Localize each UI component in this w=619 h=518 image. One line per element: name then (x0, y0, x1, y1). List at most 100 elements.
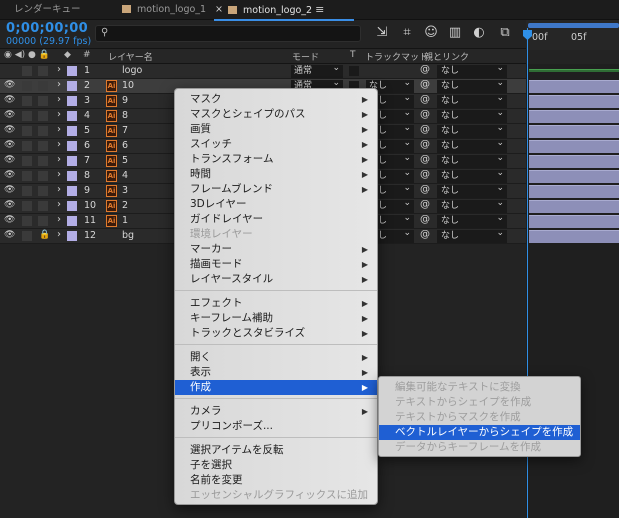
menu-item[interactable]: スイッチ ▶ (175, 137, 377, 152)
layer-row[interactable]: ›1logo通常@なし (0, 62, 526, 79)
layer-name[interactable]: 5 (122, 155, 128, 166)
solo-switch[interactable] (22, 231, 32, 241)
panel-menu-icon[interactable]: ≡ (315, 3, 324, 16)
visibility-eye-icon[interactable]: 👁 (4, 110, 15, 120)
draft-3d-icon[interactable]: ⌗ (398, 24, 416, 42)
close-icon[interactable]: × (215, 0, 223, 19)
layer-duration-bar[interactable] (529, 185, 619, 198)
current-timecode[interactable]: 0;00;00;00 (6, 21, 88, 36)
layer-label-color[interactable] (67, 81, 77, 91)
solo-switch[interactable] (22, 111, 32, 121)
layer-duration-bar[interactable] (529, 230, 619, 243)
menu-item[interactable]: 開く ▶ (175, 350, 377, 365)
layer-name[interactable]: 10 (122, 80, 134, 91)
menu-item[interactable]: 子を選択 (175, 458, 377, 473)
label-icon[interactable]: ◆ (64, 50, 71, 60)
menu-item[interactable]: 画質 ▶ (175, 122, 377, 137)
layer-name[interactable]: 4 (122, 170, 128, 181)
menu-item[interactable]: マスクとシェイプのパス ▶ (175, 107, 377, 122)
menu-item[interactable]: ガイドレイヤー (175, 212, 377, 227)
lock-switch[interactable] (38, 126, 48, 136)
chevron-right-icon[interactable]: › (57, 124, 61, 135)
chevron-right-icon[interactable]: › (57, 214, 61, 225)
visibility-eye-icon[interactable]: 👁 (4, 230, 15, 240)
lock-switch[interactable] (38, 66, 48, 76)
pick-whip-icon[interactable]: @ (420, 94, 430, 105)
tab-motion-logo-2[interactable]: × motion_logo_2 ≡ (213, 0, 355, 21)
column-parent[interactable]: 親とリンク (424, 50, 469, 63)
layer-name[interactable]: 8 (122, 110, 128, 121)
layer-label-color[interactable] (67, 231, 77, 241)
layer-name[interactable]: 6 (122, 140, 128, 151)
visibility-eye-icon[interactable]: 👁 (4, 215, 15, 225)
solo-switch[interactable] (22, 216, 32, 226)
lock-switch[interactable] (38, 141, 48, 151)
solo-switch[interactable] (22, 201, 32, 211)
motion-blur-icon[interactable]: ◐ (470, 24, 488, 42)
chevron-right-icon[interactable]: › (57, 64, 61, 75)
lock-switch[interactable] (38, 171, 48, 181)
column-layer-name[interactable]: レイヤー名 (108, 50, 153, 63)
tab-motion-logo-1[interactable]: motion_logo_1 (122, 0, 206, 20)
layer-label-color[interactable] (67, 111, 77, 121)
lock-switch[interactable] (38, 186, 48, 196)
pick-whip-icon[interactable]: @ (420, 139, 430, 150)
layer-duration-bar[interactable] (529, 155, 619, 168)
chevron-right-icon[interactable]: › (57, 94, 61, 105)
menu-item[interactable]: トランスフォーム ▶ (175, 152, 377, 167)
pick-whip-icon[interactable]: @ (420, 169, 430, 180)
menu-item[interactable]: 描画モード ▶ (175, 257, 377, 272)
solo-switch[interactable] (22, 141, 32, 151)
layer-label-color[interactable] (67, 186, 77, 196)
menu-item[interactable]: プリコンポーズ... (175, 419, 377, 434)
column-t[interactable]: T (350, 50, 356, 60)
layer-label-color[interactable] (67, 96, 77, 106)
layer-name[interactable]: 9 (122, 95, 128, 106)
layer-duration-bar[interactable] (529, 80, 619, 93)
menu-item[interactable]: 時間 ▶ (175, 167, 377, 182)
solo-switch[interactable] (22, 171, 32, 181)
comp-mini-flowchart-icon[interactable]: ⇲ (373, 24, 391, 42)
layer-name[interactable]: 1 (122, 215, 128, 226)
pick-whip-icon[interactable]: @ (420, 109, 430, 120)
pick-whip-icon[interactable]: @ (420, 214, 430, 225)
menu-item[interactable]: キーフレーム補助 ▶ (175, 311, 377, 326)
chevron-right-icon[interactable]: › (57, 79, 61, 90)
lock-switch[interactable] (38, 201, 48, 211)
tab-render-queue[interactable]: レンダーキュー (14, 0, 81, 20)
pick-whip-icon[interactable]: @ (420, 184, 430, 195)
visibility-eye-icon[interactable]: 👁 (4, 125, 15, 135)
menu-item[interactable]: レイヤースタイル ▶ (175, 272, 377, 287)
chevron-right-icon[interactable]: › (57, 199, 61, 210)
menu-item[interactable]: トラックとスタビライズ ▶ (175, 326, 377, 341)
parent-dropdown[interactable]: なし (437, 227, 507, 243)
lock-switch[interactable] (38, 216, 48, 226)
menu-item[interactable]: 名前を変更 (175, 473, 377, 488)
solo-switch[interactable] (22, 66, 32, 76)
layer-duration-bar[interactable] (529, 200, 619, 213)
layer-duration-bar[interactable] (529, 140, 619, 153)
chevron-right-icon[interactable]: › (57, 139, 61, 150)
menu-item[interactable]: フレームブレンド ▶ (175, 182, 377, 197)
layer-label-color[interactable] (67, 156, 77, 166)
solo-switch[interactable] (22, 81, 32, 91)
visibility-eye-icon[interactable]: 👁 (4, 95, 15, 105)
solo-switch[interactable] (22, 126, 32, 136)
layer-label-color[interactable] (67, 171, 77, 181)
lock-switch[interactable] (38, 96, 48, 106)
menu-item[interactable]: 3Dレイヤー (175, 197, 377, 212)
layer-name[interactable]: logo (122, 65, 142, 76)
pick-whip-icon[interactable]: @ (420, 154, 430, 165)
chevron-right-icon[interactable]: › (57, 229, 61, 240)
visibility-eye-icon[interactable]: 👁 (4, 155, 15, 165)
submenu-item[interactable]: ベクトルレイヤーからシェイプを作成 (379, 425, 580, 440)
layer-duration-bar[interactable] (529, 125, 619, 138)
graph-editor-icon[interactable]: ⧉ (496, 24, 514, 42)
column-number[interactable]: # (83, 50, 91, 60)
visibility-eye-icon[interactable]: 👁 (4, 80, 15, 90)
lock-switch[interactable] (38, 111, 48, 121)
lock-switch[interactable] (38, 156, 48, 166)
layer-label-color[interactable] (67, 201, 77, 211)
pick-whip-icon[interactable]: @ (420, 124, 430, 135)
menu-item[interactable]: カメラ ▶ (175, 404, 377, 419)
